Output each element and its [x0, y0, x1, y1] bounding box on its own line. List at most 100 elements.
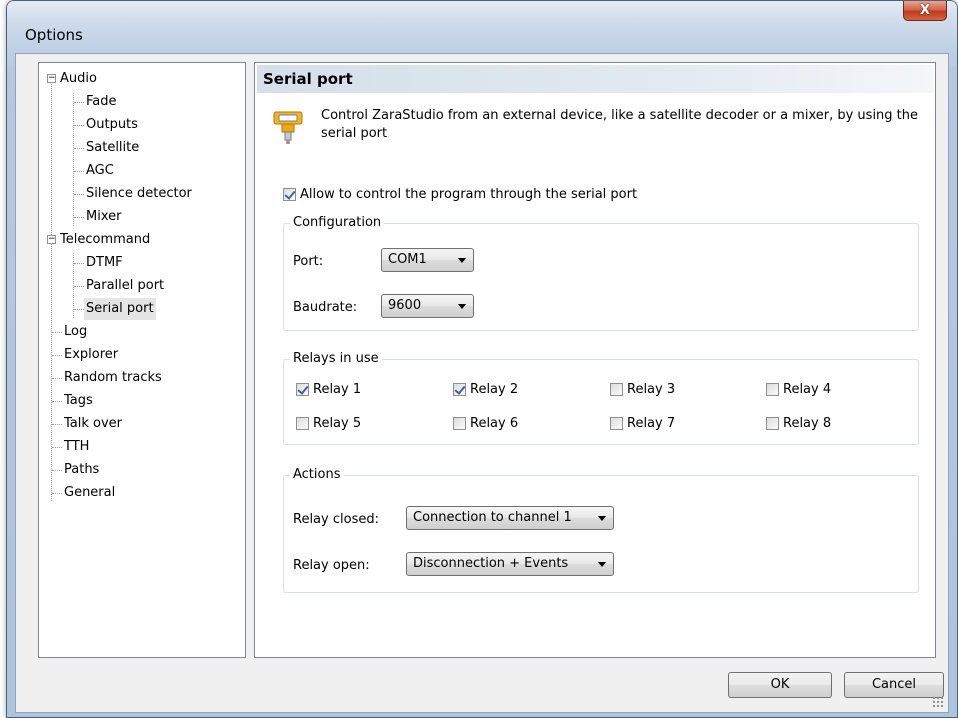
tree-line	[74, 102, 84, 103]
tree-line	[74, 309, 84, 310]
tree-line	[52, 332, 62, 333]
tree-line	[74, 217, 84, 218]
baudrate-select[interactable]: 9600	[381, 294, 474, 318]
collapse-audio-icon[interactable]: −	[47, 74, 56, 83]
allow-control-checkbox[interactable]: Allow to control the program through the…	[283, 187, 637, 202]
collapse-telecommand-icon[interactable]: −	[47, 235, 56, 244]
relay-closed-select[interactable]: Connection to channel 1	[406, 506, 614, 530]
checkbox-box	[610, 417, 623, 430]
relay-5-checkbox[interactable]: Relay 5	[296, 416, 361, 431]
checkbox-box	[296, 417, 309, 430]
relay-3-checkbox[interactable]: Relay 3	[610, 382, 675, 397]
tree-line	[52, 447, 62, 448]
tree-item-outputs[interactable]: Outputs	[84, 114, 140, 136]
tree-item-serial-port[interactable]: Serial port	[84, 298, 156, 320]
tree-line	[74, 194, 84, 195]
resize-grip[interactable]	[932, 696, 944, 708]
tree-item-random-tracks[interactable]: Random tracks	[62, 367, 164, 389]
baudrate-label: Baudrate:	[293, 300, 358, 315]
tree-item-explorer[interactable]: Explorer	[62, 344, 120, 366]
tree-item-log[interactable]: Log	[62, 321, 89, 343]
relays-legend: Relays in use	[290, 351, 382, 367]
relay-open-value: Disconnection + Events	[413, 556, 569, 571]
actions-legend: Actions	[290, 467, 344, 483]
serial-port-icon	[273, 109, 303, 145]
relay-label: Relay 1	[313, 382, 362, 397]
tree-line	[74, 125, 84, 126]
port-label: Port:	[293, 254, 324, 269]
relay-label: Relay 2	[470, 382, 519, 397]
tree-line	[74, 263, 84, 264]
relays-group: Relays in use Relay 1 Relay 2 Relay 3 Re…	[283, 351, 919, 445]
tree-item-parallel-port[interactable]: Parallel port	[84, 275, 166, 297]
relay-closed-value: Connection to channel 1	[413, 510, 572, 525]
ok-button[interactable]: OK	[728, 672, 832, 698]
allow-control-label: Allow to control the program through the…	[300, 187, 638, 202]
tree-item-mixer[interactable]: Mixer	[84, 206, 123, 228]
dialog-client: − Audio Fade Outputs Satellite AGC Silen…	[15, 53, 949, 713]
tree-line	[52, 378, 62, 379]
actions-group: Actions Relay closed: Connection to chan…	[283, 467, 919, 593]
tree-item-silence-detector[interactable]: Silence detector	[84, 183, 194, 205]
chevron-down-icon	[598, 562, 606, 567]
cancel-button[interactable]: Cancel	[844, 672, 944, 698]
configuration-legend: Configuration	[290, 215, 385, 231]
relay-open-select[interactable]: Disconnection + Events	[406, 552, 614, 576]
tree-item-dtmf[interactable]: DTMF	[84, 252, 125, 274]
checkbox-box	[283, 188, 296, 201]
tree-item-paths[interactable]: Paths	[62, 459, 101, 481]
tree-line	[51, 79, 52, 501]
checkbox-box	[453, 383, 466, 396]
tree-line	[52, 355, 62, 356]
relay-open-label: Relay open:	[293, 558, 370, 573]
tree-line	[52, 401, 62, 402]
chevron-down-icon	[458, 304, 466, 309]
tree-line	[74, 148, 84, 149]
tree-item-satellite[interactable]: Satellite	[84, 137, 141, 159]
relay-closed-label: Relay closed:	[293, 512, 379, 527]
checkbox-box	[453, 417, 466, 430]
relay-label: Relay 6	[470, 416, 519, 431]
relay-label: Relay 4	[783, 382, 832, 397]
tree-line	[52, 470, 62, 471]
relay-label: Relay 7	[627, 416, 676, 431]
chevron-down-icon	[458, 258, 466, 263]
panel-description: Control ZaraStudio from an external devi…	[321, 108, 919, 141]
port-select[interactable]: COM1	[381, 248, 474, 272]
tree-line	[74, 286, 84, 287]
relay-6-checkbox[interactable]: Relay 6	[453, 416, 518, 431]
close-icon: X	[919, 3, 931, 18]
window-title: Options	[25, 26, 83, 44]
close-button[interactable]: X	[903, 1, 947, 21]
tree-item-tags[interactable]: Tags	[62, 390, 95, 412]
settings-panel: Serial port Control ZaraStudio from an e…	[254, 62, 936, 658]
tree-line	[52, 493, 62, 494]
chevron-down-icon	[598, 516, 606, 521]
tree-item-tth[interactable]: TTH	[62, 436, 91, 458]
tree-line	[73, 93, 74, 226]
relay-1-checkbox[interactable]: Relay 1	[296, 382, 361, 397]
options-tree: − Audio Fade Outputs Satellite AGC Silen…	[38, 62, 246, 658]
checkbox-box	[610, 383, 623, 396]
configuration-group: Configuration Port: COM1 Baudrate: 9600	[283, 215, 919, 331]
tree-line	[52, 424, 62, 425]
tree-item-audio[interactable]: Audio	[58, 68, 99, 90]
relay-7-checkbox[interactable]: Relay 7	[610, 416, 675, 431]
relay-label: Relay 5	[313, 416, 362, 431]
panel-title: Serial port	[257, 65, 933, 93]
relay-label: Relay 8	[783, 416, 832, 431]
checkbox-box	[766, 383, 779, 396]
checkbox-box	[296, 383, 309, 396]
tree-item-general[interactable]: General	[62, 482, 117, 504]
relay-4-checkbox[interactable]: Relay 4	[766, 382, 831, 397]
relay-8-checkbox[interactable]: Relay 8	[766, 416, 831, 431]
tree-item-telecommand[interactable]: Telecommand	[58, 229, 152, 251]
relay-2-checkbox[interactable]: Relay 2	[453, 382, 518, 397]
tree-item-agc[interactable]: AGC	[84, 160, 116, 182]
port-value: COM1	[388, 252, 427, 267]
options-window: Options X − Audio Fade Outputs Satellite…	[6, 0, 958, 718]
relay-label: Relay 3	[627, 382, 676, 397]
tree-item-fade[interactable]: Fade	[84, 91, 119, 113]
checkbox-box	[766, 417, 779, 430]
tree-item-talk-over[interactable]: Talk over	[62, 413, 124, 435]
